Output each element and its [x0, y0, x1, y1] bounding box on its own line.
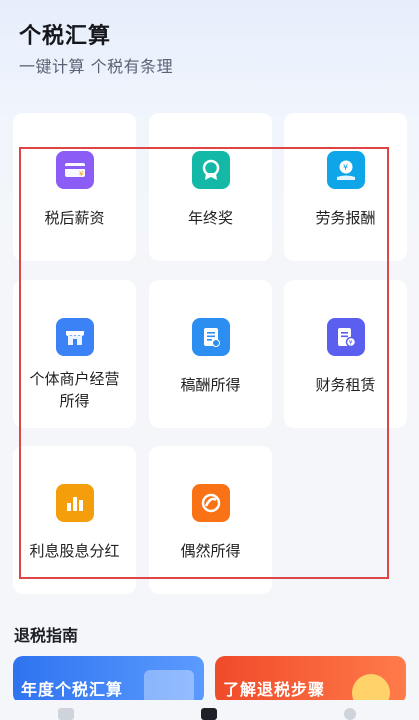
shop-icon [55, 318, 94, 356]
svg-text:¥: ¥ [348, 340, 352, 347]
banner-refund-steps-label: 了解退税步骤 [223, 680, 326, 699]
coin-hand-icon: ¥ [326, 151, 365, 189]
bottom-nav [0, 700, 419, 720]
page-subtitle: 一键计算 个税有条理 [19, 57, 174, 76]
svg-text:¥: ¥ [79, 170, 84, 178]
nav-home-icon[interactable] [58, 708, 74, 720]
ledger-icon: ¥ [326, 318, 365, 356]
tool-card-incidental-income[interactable]: 偶然所得 [149, 446, 272, 594]
tool-card-year-end-bonus[interactable]: 年终奖 [149, 113, 272, 261]
page-title: 个税汇算 [19, 24, 112, 49]
tool-label: 财务租赁 [315, 376, 376, 394]
banner-annual-tax[interactable]: 年度个税汇算 [13, 656, 204, 704]
section-title-refund-guide: 退税指南 [14, 626, 79, 645]
tool-label: 利息股息分红 [29, 542, 120, 560]
tool-label: 个体商户经营 所得 [20, 368, 130, 412]
tool-card-financial-leasing[interactable]: ¥ 财务租赁 [284, 280, 407, 428]
banner-refund-steps[interactable]: 了解退税步骤 [215, 656, 406, 704]
medal-icon [191, 151, 230, 189]
banner-annual-tax-label: 年度个税汇算 [21, 680, 124, 699]
nav-profile-icon[interactable] [344, 708, 356, 720]
tool-card-manuscript-income[interactable]: 稿酬所得 [149, 280, 272, 428]
tool-label-line-1: 个体商户经营 [29, 370, 120, 388]
tool-label-line-2: 所得 [59, 392, 90, 410]
nav-calculator-icon[interactable] [201, 708, 217, 720]
lucky-icon [191, 484, 230, 522]
svg-text:¥: ¥ [343, 163, 348, 172]
tool-card-after-tax-salary[interactable]: ¥ 税后薪资 [13, 113, 136, 261]
tool-label: 稿酬所得 [180, 376, 241, 394]
tool-card-business-income[interactable]: 个体商户经营 所得 [13, 280, 136, 428]
document-illustration-icon [144, 670, 194, 704]
document-icon [191, 318, 230, 356]
tool-card-labor-remuneration[interactable]: ¥ 劳务报酬 [284, 113, 407, 261]
wallet-icon: ¥ [55, 151, 94, 189]
tool-card-interest-dividends[interactable]: 利息股息分红 [13, 446, 136, 594]
bar-chart-icon [55, 484, 94, 522]
tool-label: 税后薪资 [44, 209, 105, 227]
tool-label: 偶然所得 [180, 542, 241, 560]
tool-label: 劳务报酬 [315, 209, 376, 227]
tool-label: 年终奖 [187, 209, 233, 227]
